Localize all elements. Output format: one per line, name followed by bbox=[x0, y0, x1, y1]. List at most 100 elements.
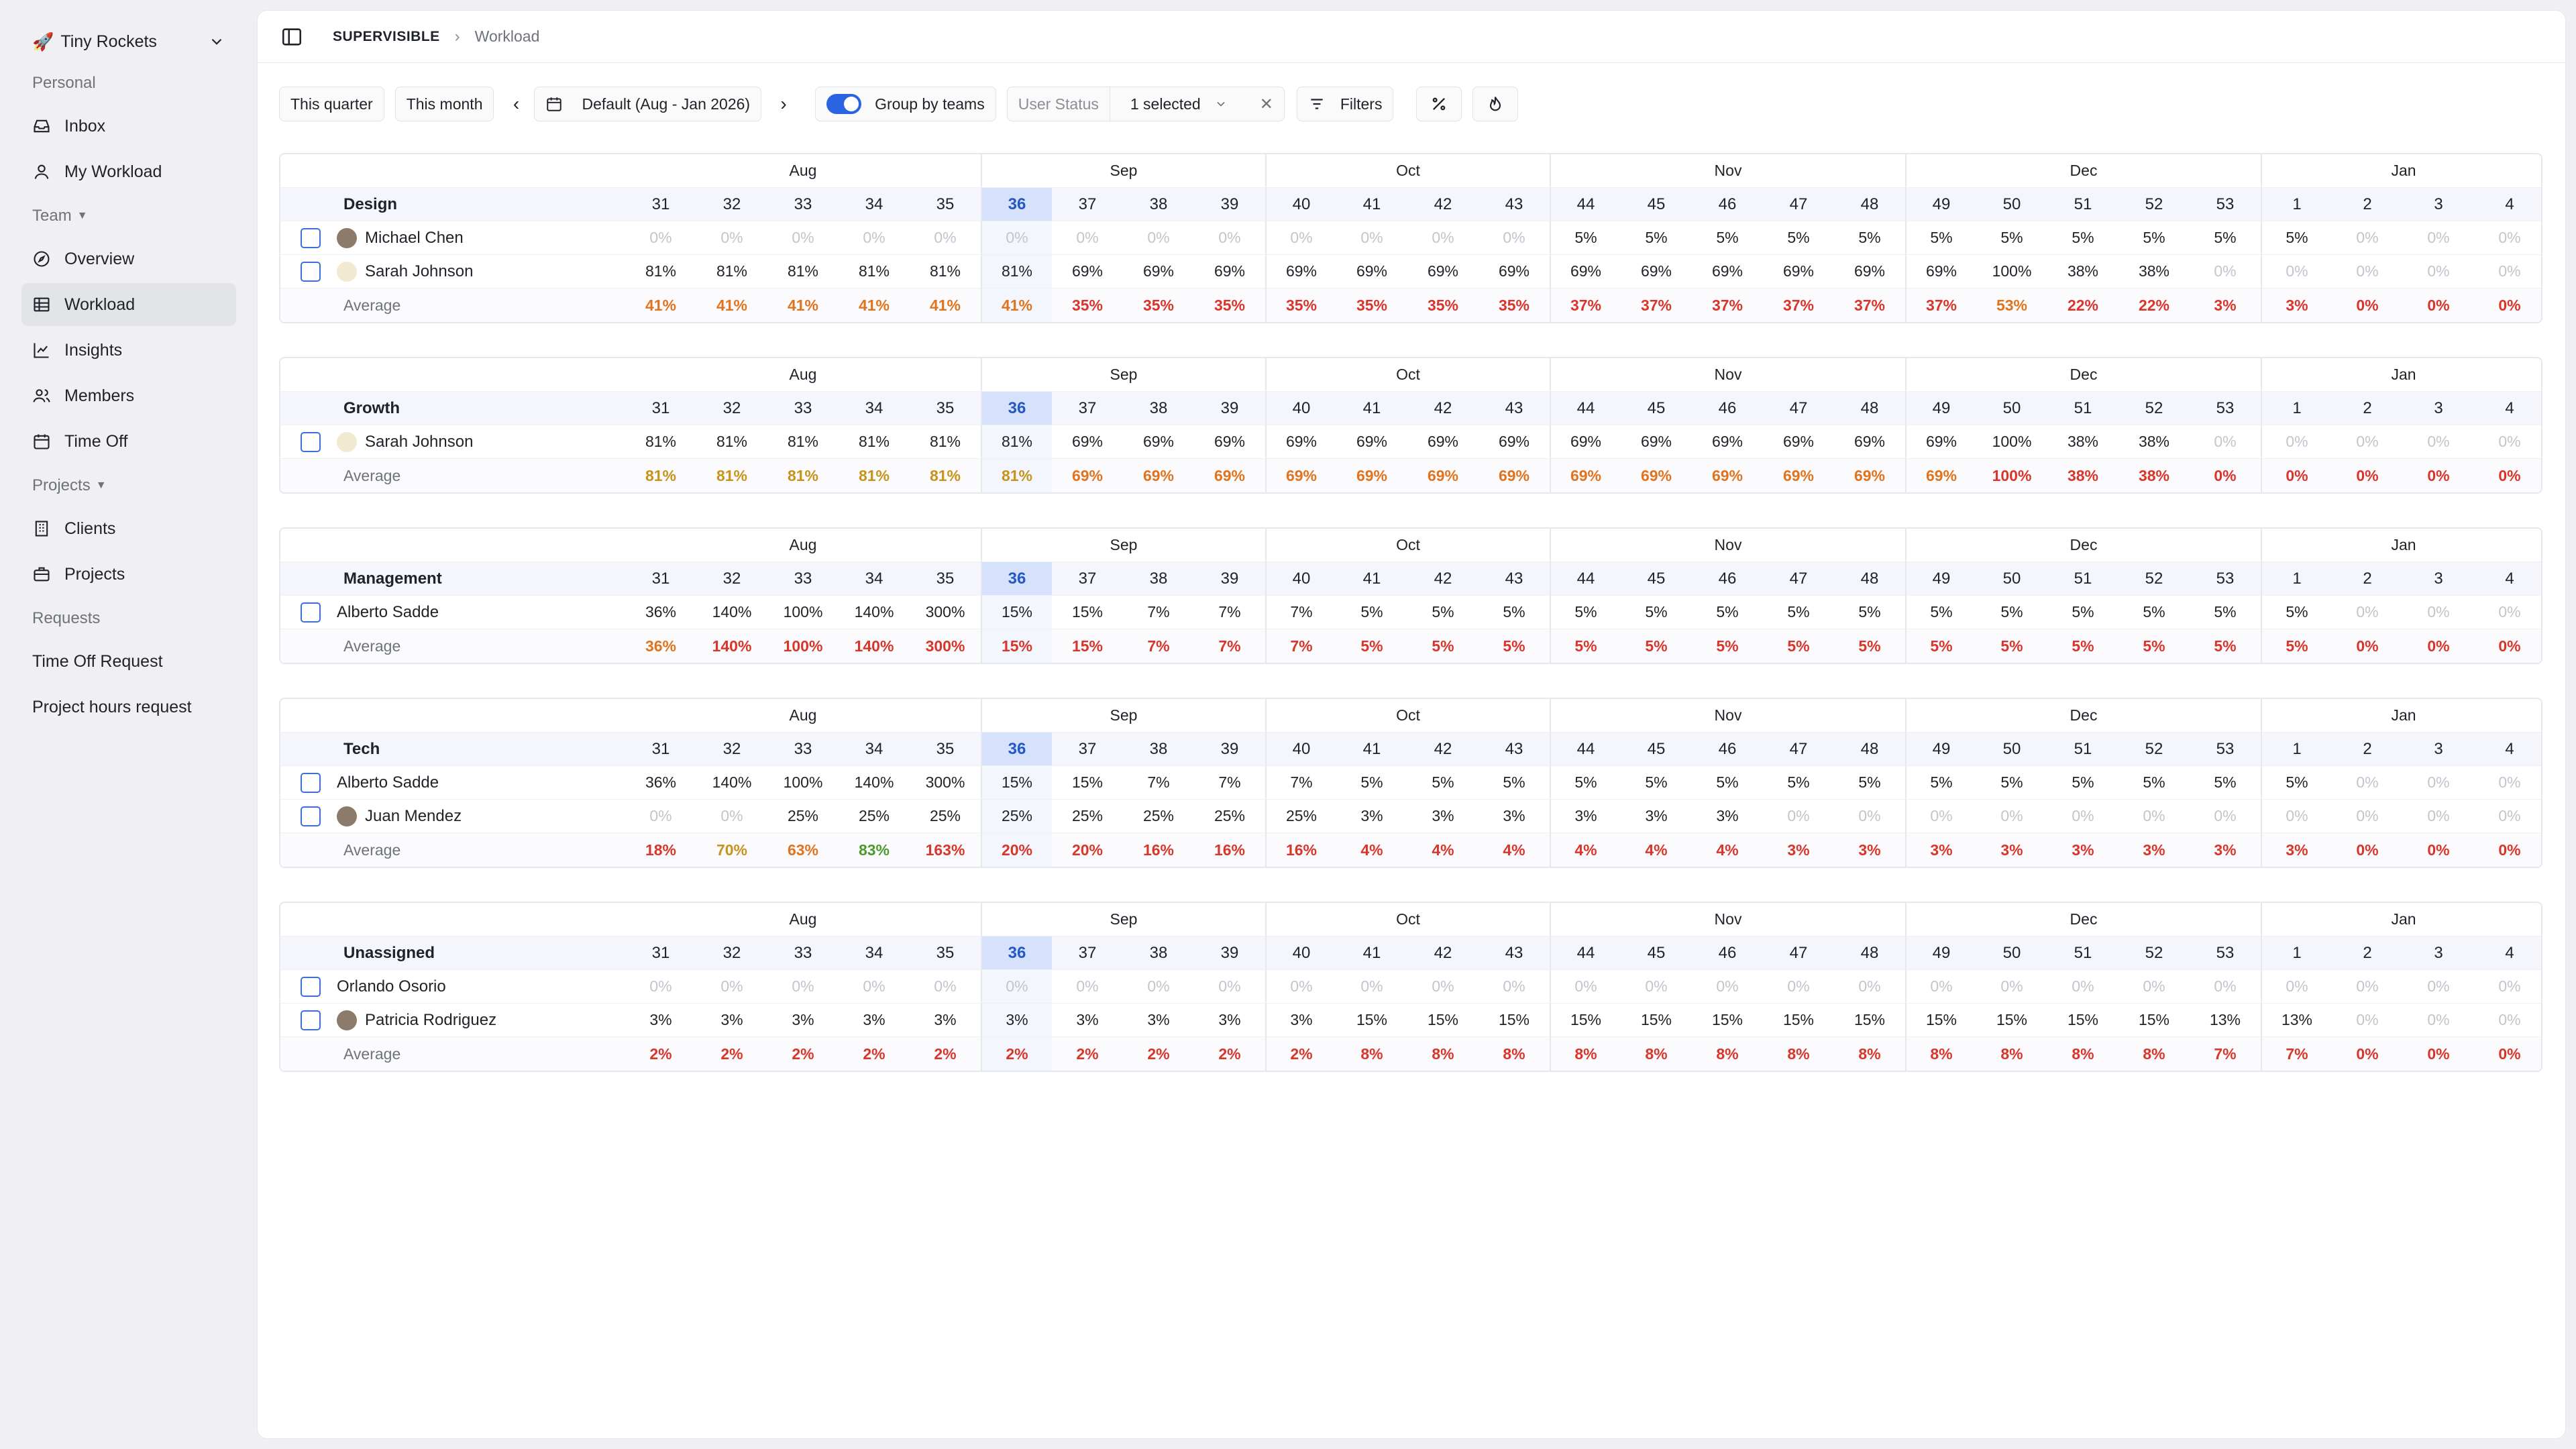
workload-cell[interactable]: 5% bbox=[1905, 596, 1976, 629]
workload-cell[interactable]: 0% bbox=[2261, 970, 2332, 1004]
workload-cell[interactable]: 0% bbox=[767, 970, 839, 1004]
workload-cell[interactable]: 5% bbox=[1976, 766, 2047, 800]
workload-cell[interactable]: 0% bbox=[625, 221, 696, 255]
workload-cell[interactable]: 3% bbox=[1407, 800, 1479, 833]
workload-cell[interactable]: 0% bbox=[2190, 800, 2261, 833]
workload-cell[interactable]: 7% bbox=[1265, 766, 1336, 800]
workload-cell[interactable]: 3% bbox=[767, 1004, 839, 1037]
workload-cell[interactable]: 81% bbox=[839, 425, 910, 459]
workload-cell[interactable]: 3% bbox=[625, 1004, 696, 1037]
member-name[interactable]: Alberto Sadde bbox=[337, 773, 439, 792]
workload-cell[interactable]: 15% bbox=[2118, 1004, 2190, 1037]
workload-cell[interactable]: 36% bbox=[625, 766, 696, 800]
workload-cell[interactable]: 69% bbox=[1052, 425, 1123, 459]
workload-cell[interactable]: 0% bbox=[2474, 766, 2541, 800]
workload-cell[interactable]: 69% bbox=[1621, 255, 1692, 288]
workload-cell[interactable]: 0% bbox=[1550, 970, 1621, 1004]
workload-cell[interactable]: 36% bbox=[625, 596, 696, 629]
workload-cell[interactable]: 140% bbox=[696, 596, 767, 629]
workload-cell[interactable]: 5% bbox=[1763, 596, 1834, 629]
workload-cell[interactable]: 25% bbox=[981, 800, 1052, 833]
workload-cell[interactable]: 0% bbox=[2118, 970, 2190, 1004]
workload-cell[interactable]: 3% bbox=[910, 1004, 981, 1037]
workload-cell[interactable]: 5% bbox=[1976, 596, 2047, 629]
sidebar-item-members[interactable]: Members bbox=[21, 374, 236, 417]
workload-cell[interactable]: 3% bbox=[696, 1004, 767, 1037]
workload-cell[interactable]: 69% bbox=[1834, 425, 1905, 459]
workload-cell[interactable]: 5% bbox=[1834, 766, 1905, 800]
workload-cell[interactable]: 69% bbox=[1692, 255, 1763, 288]
workload-cell[interactable]: 0% bbox=[1976, 970, 2047, 1004]
workload-cell[interactable]: 0% bbox=[1479, 221, 1550, 255]
member-name[interactable]: Alberto Sadde bbox=[337, 603, 439, 622]
workload-cell[interactable]: 81% bbox=[696, 255, 767, 288]
member-name[interactable]: Juan Mendez bbox=[365, 807, 462, 826]
filters-button[interactable]: Filters bbox=[1296, 87, 1394, 121]
workload-cell[interactable]: 0% bbox=[2474, 800, 2541, 833]
workload-cell[interactable]: 0% bbox=[2190, 425, 2261, 459]
workload-cell[interactable]: 81% bbox=[910, 255, 981, 288]
heatmap-toggle-button[interactable] bbox=[1472, 87, 1519, 121]
workload-cell[interactable]: 3% bbox=[1479, 800, 1550, 833]
workload-cell[interactable]: 38% bbox=[2047, 425, 2118, 459]
workload-cell[interactable]: 3% bbox=[1692, 800, 1763, 833]
workload-cell[interactable]: 0% bbox=[2474, 596, 2541, 629]
workload-cell[interactable]: 25% bbox=[1123, 800, 1194, 833]
workload-cell[interactable]: 69% bbox=[1905, 425, 1976, 459]
workload-cell[interactable]: 3% bbox=[1265, 1004, 1336, 1037]
member-checkbox[interactable] bbox=[301, 806, 321, 826]
member-checkbox[interactable] bbox=[301, 261, 321, 282]
workload-cell[interactable]: 0% bbox=[1123, 970, 1194, 1004]
workload-cell[interactable]: 5% bbox=[1763, 766, 1834, 800]
member-checkbox[interactable] bbox=[301, 1010, 321, 1030]
workload-cell[interactable]: 0% bbox=[2403, 596, 2474, 629]
workload-cell[interactable]: 5% bbox=[1550, 221, 1621, 255]
breadcrumb-root[interactable]: SUPERVISIBLE bbox=[333, 29, 440, 45]
sidebar-toggle-icon[interactable] bbox=[280, 25, 303, 48]
workload-cell[interactable]: 5% bbox=[1976, 221, 2047, 255]
sidebar-item-time-off-request[interactable]: Time Off Request bbox=[21, 640, 236, 683]
workload-cell[interactable]: 5% bbox=[2261, 221, 2332, 255]
workload-cell[interactable]: 25% bbox=[839, 800, 910, 833]
workload-cell[interactable]: 15% bbox=[1052, 596, 1123, 629]
workload-cell[interactable]: 0% bbox=[2403, 800, 2474, 833]
workload-cell[interactable]: 0% bbox=[910, 221, 981, 255]
workload-cell[interactable]: 140% bbox=[696, 766, 767, 800]
workload-cell[interactable]: 0% bbox=[2403, 221, 2474, 255]
clear-icon[interactable]: ✕ bbox=[1241, 95, 1284, 114]
workload-cell[interactable]: 3% bbox=[839, 1004, 910, 1037]
workload-cell[interactable]: 0% bbox=[2332, 766, 2403, 800]
workload-cell[interactable]: 0% bbox=[981, 221, 1052, 255]
member-name[interactable]: Orlando Osorio bbox=[337, 977, 446, 996]
workload-cell[interactable]: 300% bbox=[910, 766, 981, 800]
workload-cell[interactable]: 15% bbox=[1621, 1004, 1692, 1037]
workload-cell[interactable]: 100% bbox=[1976, 255, 2047, 288]
workload-cell[interactable]: 7% bbox=[1194, 766, 1265, 800]
workload-cell[interactable]: 0% bbox=[1052, 970, 1123, 1004]
workload-cell[interactable]: 5% bbox=[1479, 766, 1550, 800]
sidebar-item-projects[interactable]: Projects bbox=[21, 553, 236, 596]
workload-cell[interactable]: 5% bbox=[2047, 221, 2118, 255]
date-range-picker[interactable]: Default (Aug - Jan 2026) bbox=[534, 87, 762, 121]
workload-cell[interactable]: 5% bbox=[1550, 766, 1621, 800]
workload-cell[interactable]: 3% bbox=[1336, 800, 1407, 833]
workload-cell[interactable]: 0% bbox=[1763, 800, 1834, 833]
workload-cell[interactable]: 69% bbox=[1265, 425, 1336, 459]
workload-cell[interactable]: 0% bbox=[2332, 1004, 2403, 1037]
workload-cell[interactable]: 15% bbox=[981, 766, 1052, 800]
workload-cell[interactable]: 81% bbox=[981, 255, 1052, 288]
workload-cell[interactable]: 3% bbox=[1194, 1004, 1265, 1037]
workload-cell[interactable]: 5% bbox=[2118, 766, 2190, 800]
workload-cell[interactable]: 69% bbox=[1336, 425, 1407, 459]
workload-cell[interactable]: 13% bbox=[2261, 1004, 2332, 1037]
workload-cell[interactable]: 69% bbox=[1763, 425, 1834, 459]
section-team[interactable]: Team ▼ bbox=[21, 197, 236, 235]
workload-cell[interactable]: 5% bbox=[2118, 221, 2190, 255]
workload-cell[interactable]: 0% bbox=[696, 221, 767, 255]
workload-cell[interactable]: 0% bbox=[2118, 800, 2190, 833]
workload-cell[interactable]: 0% bbox=[1976, 800, 2047, 833]
workload-cell[interactable]: 5% bbox=[1407, 596, 1479, 629]
workload-cell[interactable]: 300% bbox=[910, 596, 981, 629]
workload-cell[interactable]: 5% bbox=[1905, 766, 1976, 800]
sidebar-item-overview[interactable]: Overview bbox=[21, 237, 236, 280]
